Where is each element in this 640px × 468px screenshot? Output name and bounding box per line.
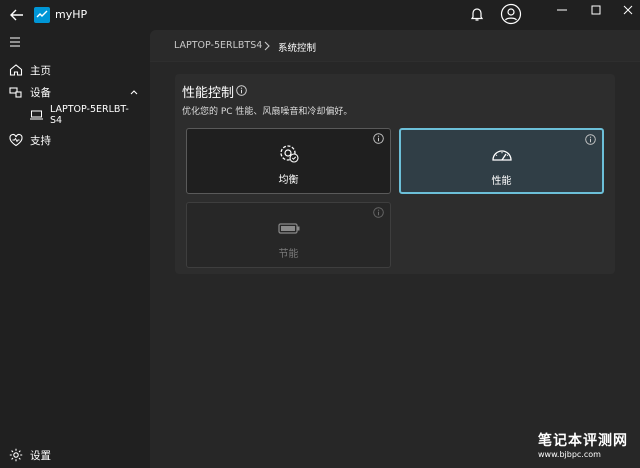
settings-label: 设置 <box>30 450 51 462</box>
info-icon[interactable] <box>236 85 247 96</box>
sidebar-item-home[interactable]: 主页 <box>0 59 150 81</box>
mode-label: 均衡 <box>278 175 299 186</box>
title-bar: myHP <box>0 0 640 30</box>
device-name-line1: LAPTOP-5ERLBT- <box>50 104 129 115</box>
info-icon[interactable] <box>585 134 596 145</box>
mode-label: 节能 <box>278 249 299 260</box>
sidebar-item-devices[interactable]: 设备 <box>0 81 150 103</box>
watermark-url: www.bjbpc.com <box>538 450 601 459</box>
mode-card-power-saver[interactable]: 节能 <box>186 202 391 268</box>
sidebar-device-item[interactable]: LAPTOP-5ERLBT- S4 <box>30 104 130 128</box>
chevron-right-icon <box>264 41 270 51</box>
battery-icon <box>277 223 299 234</box>
home-icon <box>9 64 23 76</box>
account-avatar-icon[interactable] <box>500 3 522 25</box>
sidebar-item-label: 设备 <box>30 87 51 99</box>
gear-check-icon <box>279 145 299 163</box>
breadcrumb-current: 系统控制 <box>278 43 317 54</box>
bell-icon[interactable] <box>468 5 486 23</box>
panel-title: 性能控制 <box>182 86 235 101</box>
speedometer-icon <box>491 150 512 161</box>
device-name-line2: S4 <box>50 115 63 126</box>
gear-icon <box>9 448 23 462</box>
minimize-icon[interactable] <box>546 0 578 22</box>
breadcrumb-device[interactable]: LAPTOP-5ERLBTS4 <box>174 40 262 51</box>
devices-icon <box>9 87 22 98</box>
mode-card-balanced[interactable]: 均衡 <box>186 128 391 194</box>
sidebar-item-settings[interactable]: 设置 <box>0 444 150 466</box>
laptop-icon <box>30 110 43 120</box>
back-arrow-icon[interactable] <box>8 6 26 24</box>
panel-subtitle: 优化您的 PC 性能、风扇噪音和冷却偏好。 <box>182 107 353 117</box>
info-icon[interactable] <box>373 133 384 144</box>
support-heart-icon <box>9 133 23 147</box>
sidebar-item-support[interactable]: 支持 <box>0 129 150 151</box>
watermark-title: 笔记本评测网 <box>538 433 628 449</box>
sidebar-item-label: 主页 <box>30 65 51 77</box>
mode-label: 性能 <box>491 176 512 187</box>
watermark: 笔记本评测网 www.bjbpc.com <box>538 430 638 459</box>
myhp-logo-icon <box>34 7 50 23</box>
app-title: myHP <box>55 8 88 21</box>
mode-card-performance[interactable]: 性能 <box>399 128 604 194</box>
sidebar-item-label: 支持 <box>30 135 51 147</box>
chevron-up-icon[interactable] <box>128 86 140 98</box>
breadcrumb: LAPTOP-5ERLBTS4 系统控制 <box>150 30 640 62</box>
performance-control-panel: 性能控制 优化您的 PC 性能、风扇噪音和冷却偏好。 均衡 性能 节能 <box>175 74 615 274</box>
main-content: LAPTOP-5ERLBTS4 系统控制 性能控制 优化您的 PC 性能、风扇噪… <box>150 30 640 468</box>
device-name: LAPTOP-5ERLBT- S4 <box>50 104 130 126</box>
close-icon[interactable] <box>612 0 640 22</box>
hamburger-menu-icon[interactable] <box>8 35 22 49</box>
maximize-icon[interactable] <box>580 0 612 22</box>
info-icon[interactable] <box>373 207 384 218</box>
